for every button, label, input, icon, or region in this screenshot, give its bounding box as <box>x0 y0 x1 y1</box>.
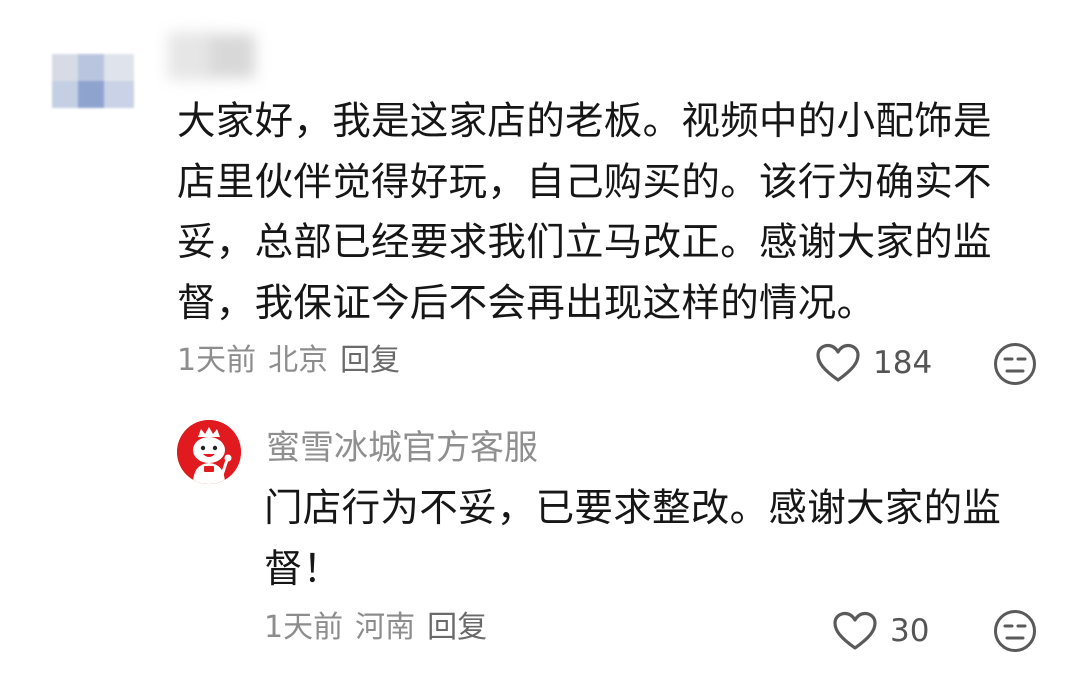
heart-outline-icon <box>816 343 860 382</box>
reply-line: 门店行为不妥，已要求整改。感谢大家的监 <box>264 486 1002 531</box>
comment-line: 店里伙伴觉得好玩，自己购买的。该行为确实不 <box>177 159 992 205</box>
neutral-face-icon[interactable] <box>993 609 1037 653</box>
comment-line: 妥，总部已经要求我们立马改正。感谢大家的监 <box>177 220 992 265</box>
reply-like-button[interactable]: 30 <box>832 611 929 651</box>
reply-meta: 1天前 河南 回复 <box>264 608 487 648</box>
comment-line: 大家好，我是这家店的老板。视频中的小配饰是 <box>177 99 992 144</box>
like-count: 184 <box>873 345 933 381</box>
reply-line: 督！ <box>264 546 342 592</box>
reply-time: 1天前 <box>264 610 344 645</box>
like-button[interactable]: 184 <box>815 343 932 383</box>
snow-king-mascot-icon <box>177 420 241 484</box>
comment-meta: 1天前 北京 回复 <box>177 341 400 381</box>
reply-text: 门店行为不妥，已要求整改。感谢大家的监 督！ <box>264 479 1001 600</box>
reply-button[interactable]: 回复 <box>340 341 400 381</box>
reply-reply-button[interactable]: 回复 <box>427 608 487 648</box>
blurred-username[interactable] <box>158 20 268 90</box>
reply-username[interactable]: 蜜雪冰城官方客服 <box>266 426 538 470</box>
comment-time: 1天前 <box>177 343 257 378</box>
blurred-user-avatar[interactable] <box>52 54 134 108</box>
reply-like-count: 30 <box>890 613 930 649</box>
comment-text: 大家好，我是这家店的老板。视频中的小配饰是 店里伙伴觉得好玩，自己购买的。该行为… <box>177 92 992 334</box>
comment-line: 督，我保证今后不会再出现这样的情况。 <box>177 280 876 326</box>
reply-location: 河南 <box>355 610 416 645</box>
comment-location: 北京 <box>268 343 329 378</box>
mascot-avatar[interactable] <box>177 420 241 484</box>
neutral-face-icon[interactable] <box>993 342 1037 386</box>
heart-outline-icon <box>833 611 877 650</box>
